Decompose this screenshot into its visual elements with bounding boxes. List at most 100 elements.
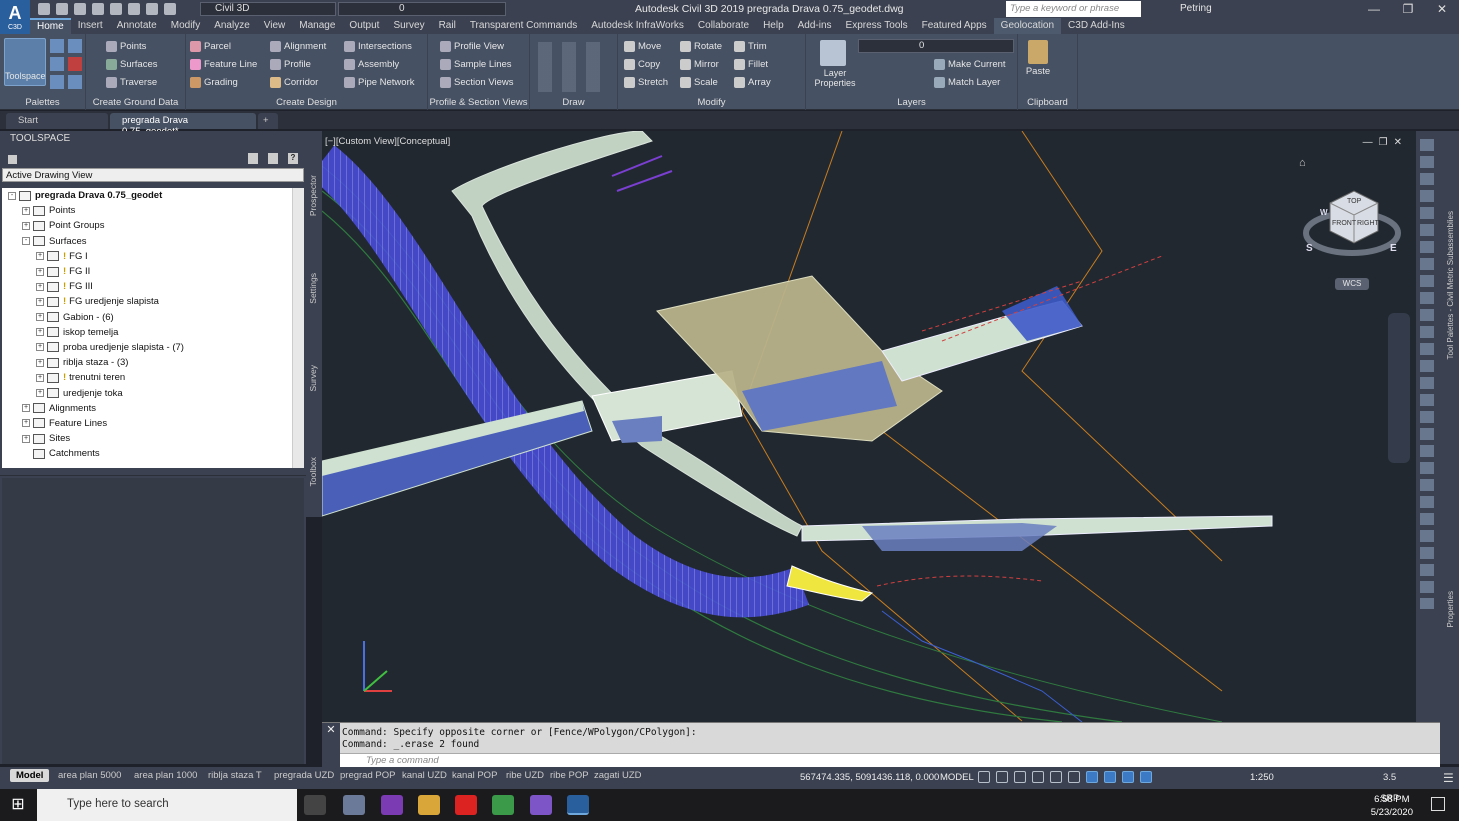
chrome-icon[interactable] xyxy=(492,795,514,815)
draw-title[interactable]: Draw xyxy=(530,97,617,108)
trim-button[interactable]: Trim xyxy=(734,41,767,52)
tab-rail[interactable]: Rail xyxy=(432,18,463,34)
fillet-button[interactable]: Fillet xyxy=(734,59,768,70)
traverse-button[interactable]: Traverse xyxy=(106,77,157,88)
palettes-title[interactable]: Palettes xyxy=(0,97,85,108)
print-icon[interactable] xyxy=(128,3,140,15)
grading-button[interactable]: Grading xyxy=(190,77,238,88)
layer-properties-label[interactable]: Layer Properties xyxy=(814,68,856,88)
navigation-bar[interactable] xyxy=(1388,313,1410,463)
tree-item[interactable]: +! FG III xyxy=(2,279,292,294)
tab-view[interactable]: View xyxy=(257,18,293,34)
layout-tab[interactable]: ribe UZD xyxy=(500,769,550,782)
layout-tab[interactable]: pregrad POP xyxy=(334,769,401,782)
wcs-menu[interactable]: WCS xyxy=(1335,278,1369,290)
expand-icon[interactable]: + xyxy=(22,404,30,413)
expand-icon[interactable]: + xyxy=(36,328,44,337)
tree-item[interactable]: +! FG uredjenje slapista xyxy=(2,294,292,309)
expand-icon[interactable]: + xyxy=(22,221,30,230)
tab-autodesk-infraworks[interactable]: Autodesk InfraWorks xyxy=(584,18,691,34)
close-icon[interactable]: ✕ xyxy=(1425,0,1459,18)
palette-icon[interactable] xyxy=(68,75,82,89)
home-view-icon[interactable]: ⌂ xyxy=(1299,157,1306,169)
save-icon[interactable] xyxy=(74,3,86,15)
paste-icon[interactable] xyxy=(1028,40,1048,64)
mirror-button[interactable]: Mirror xyxy=(680,59,719,70)
collapse-icon[interactable]: - xyxy=(8,191,16,200)
layout-tab[interactable]: ribe POP xyxy=(544,769,595,782)
help-icon[interactable]: ? xyxy=(288,153,298,164)
viewcube-top[interactable]: TOP xyxy=(1347,198,1362,205)
tree-item[interactable]: + Point Groups xyxy=(2,218,292,233)
tree-item[interactable]: Catchments xyxy=(2,446,292,461)
copy-button[interactable]: Copy xyxy=(624,59,660,70)
new-file-icon[interactable] xyxy=(38,3,50,15)
points-button[interactable]: Points xyxy=(106,41,146,52)
tree-item[interactable]: + iskop temelja xyxy=(2,325,292,340)
profile-button[interactable]: Profile xyxy=(270,59,311,70)
tab-annotate[interactable]: Annotate xyxy=(110,18,164,34)
tab-survey[interactable]: Survey xyxy=(386,18,431,34)
tab-transparent-commands[interactable]: Transparent Commands xyxy=(463,18,584,34)
coordinates-readout[interactable]: 567474.335, 5091436.118, 0.000 xyxy=(800,772,939,783)
layout-tab[interactable]: area plan 5000 xyxy=(52,769,127,782)
palette-icon[interactable] xyxy=(50,39,64,53)
tab-survey[interactable]: Survey xyxy=(308,365,318,391)
annotation-visibility-icon[interactable] xyxy=(1140,771,1152,783)
toolspace-options-icon[interactable] xyxy=(8,155,17,164)
command-input[interactable]: Type a command xyxy=(340,753,1440,768)
file-explorer-icon[interactable] xyxy=(418,795,440,815)
opera-icon[interactable] xyxy=(455,795,477,815)
expand-icon[interactable]: + xyxy=(36,297,44,306)
alignment-button[interactable]: Alignment xyxy=(270,41,326,52)
view-select[interactable]: Active Drawing View xyxy=(2,168,304,182)
palette-icon[interactable] xyxy=(68,39,82,53)
undo-icon[interactable] xyxy=(146,3,158,15)
tree-item[interactable]: + Points xyxy=(2,203,292,218)
rotate-button[interactable]: Rotate xyxy=(680,41,722,52)
scale-button[interactable]: Scale xyxy=(680,77,718,88)
web-mobile-icon[interactable] xyxy=(110,3,122,15)
redo-icon[interactable] xyxy=(164,3,176,15)
tree-item[interactable]: + Alignments xyxy=(2,401,292,416)
layout-tab[interactable]: riblja staza T xyxy=(202,769,268,782)
palette-icon[interactable] xyxy=(50,75,64,89)
tab-home[interactable]: Home xyxy=(30,18,71,34)
compass-w[interactable]: W xyxy=(1320,208,1328,217)
user-account[interactable]: Petring xyxy=(1180,3,1212,14)
design-title[interactable]: Create Design xyxy=(186,97,427,108)
doc-tab-start[interactable]: Start xyxy=(6,113,108,129)
tab-insert[interactable]: Insert xyxy=(71,18,110,34)
expand-icon[interactable]: + xyxy=(36,389,44,398)
profile-view-button[interactable]: Profile View xyxy=(440,41,504,52)
tree-item[interactable]: - Surfaces xyxy=(2,234,292,249)
profile-section-title[interactable]: Profile & Section Views xyxy=(428,97,529,108)
tree-item[interactable]: + proba uredjenje slapista - (7) xyxy=(2,340,292,355)
corridor-button[interactable]: Corridor xyxy=(270,77,318,88)
layout-tab[interactable]: pregrada UZD xyxy=(268,769,340,782)
osnap-icon[interactable] xyxy=(1050,771,1062,783)
application-menu-button[interactable]: A C3D xyxy=(0,0,30,34)
expand-icon[interactable]: + xyxy=(22,419,30,428)
lineweight-value[interactable]: 3.5 xyxy=(1383,772,1396,783)
new-tab-icon[interactable]: + xyxy=(258,113,278,129)
tree-item[interactable]: +! FG II xyxy=(2,264,292,279)
tab-featured-apps[interactable]: Featured Apps xyxy=(915,18,994,34)
snap-icon[interactable] xyxy=(996,771,1008,783)
viewcube[interactable]: FRONT RIGHT TOP S E W xyxy=(1302,181,1412,271)
layer-quick-select[interactable]: 0 xyxy=(338,2,506,16)
restore-icon[interactable]: ❐ xyxy=(1391,0,1425,18)
model-space-toggle[interactable]: MODEL xyxy=(940,772,974,783)
properties-tab[interactable]: Properties xyxy=(1446,591,1455,627)
expand-icon[interactable]: + xyxy=(22,434,30,443)
expand-icon[interactable]: + xyxy=(36,373,44,382)
expand-icon[interactable]: + xyxy=(36,343,44,352)
tab-prospector[interactable]: Prospector xyxy=(308,175,318,216)
windows-start-icon[interactable]: ⊞ xyxy=(0,789,36,821)
ground-title[interactable]: Create Ground Data xyxy=(86,97,185,108)
expand-icon[interactable]: + xyxy=(22,206,30,215)
tree-item[interactable]: + riblja staza - (3) xyxy=(2,355,292,370)
assembly-button[interactable]: Assembly xyxy=(344,59,399,70)
tab-collaborate[interactable]: Collaborate xyxy=(691,18,756,34)
layout-tab[interactable]: kanal POP xyxy=(446,769,503,782)
